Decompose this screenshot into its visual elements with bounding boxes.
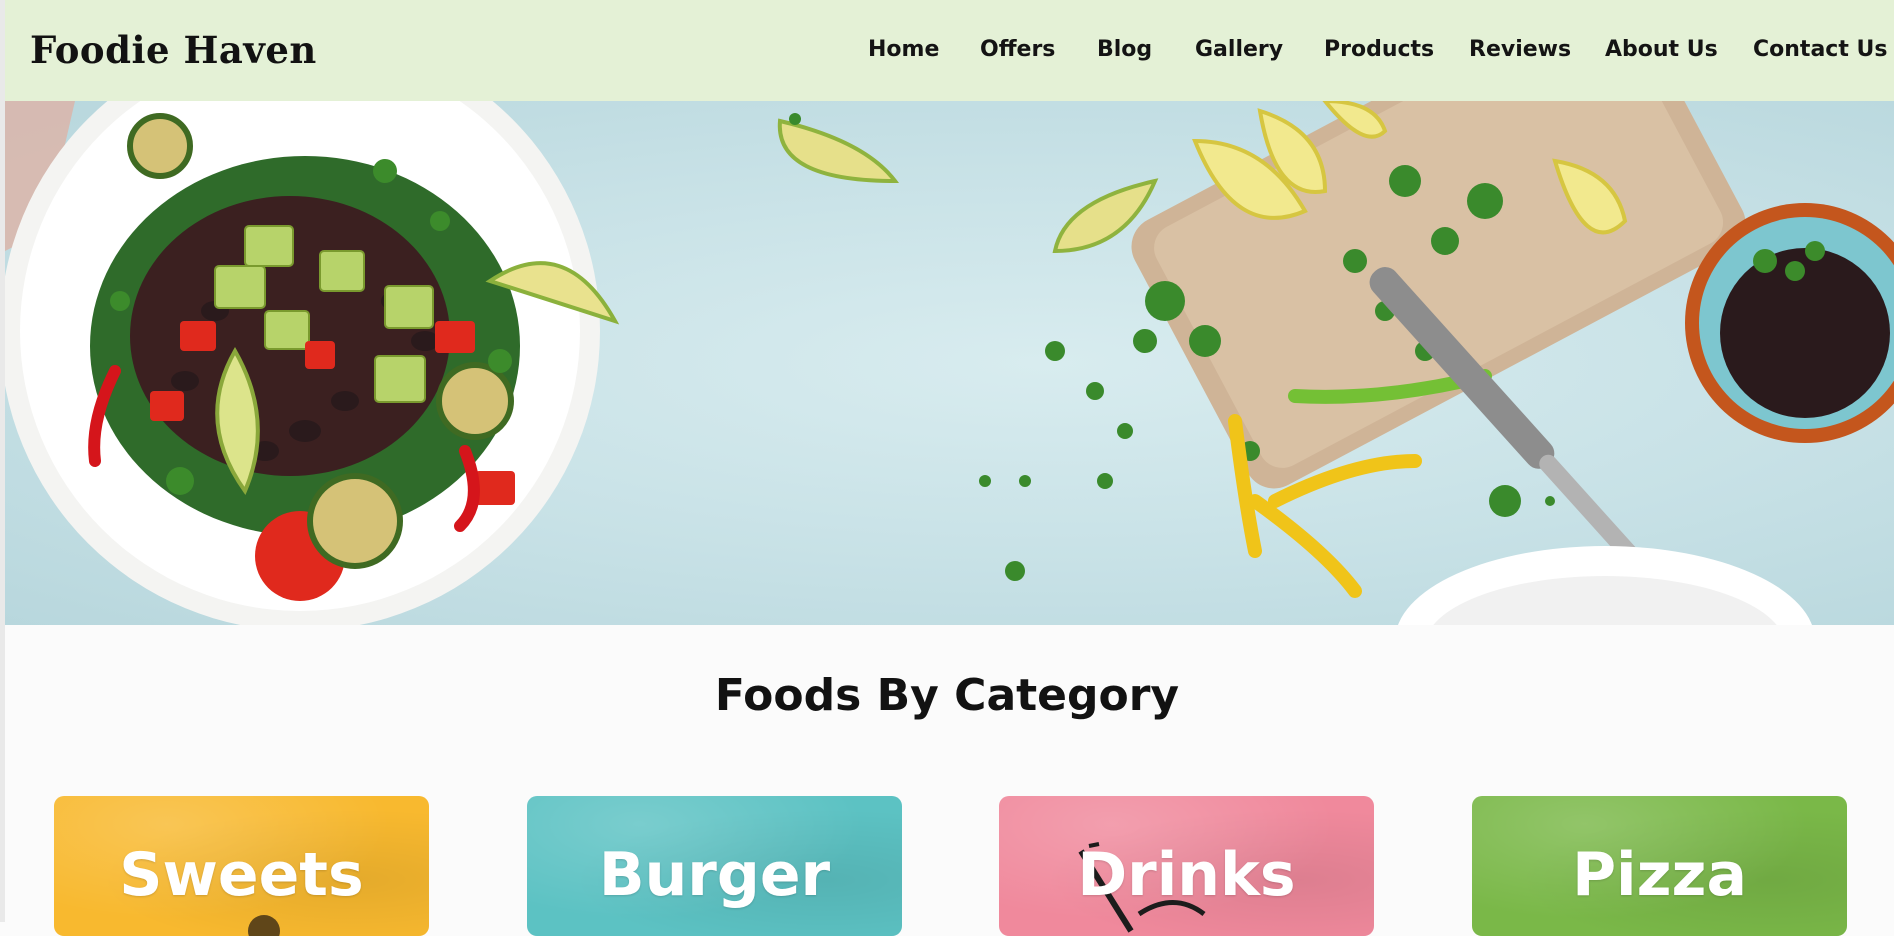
- hero-food-image: [5, 101, 1894, 625]
- nav-about-us[interactable]: About Us: [1605, 37, 1718, 62]
- category-card-pizza[interactable]: Pizza: [1472, 796, 1847, 936]
- nav-home[interactable]: Home: [868, 37, 939, 62]
- category-card-drinks[interactable]: Drinks: [999, 796, 1374, 936]
- nav-gallery[interactable]: Gallery: [1195, 37, 1283, 62]
- main-nav: Home Offers Blog Gallery Products Review…: [5, 37, 1894, 67]
- category-label: Sweets: [119, 840, 364, 910]
- nav-reviews[interactable]: Reviews: [1469, 37, 1571, 62]
- nav-contact-us[interactable]: Contact Us: [1753, 37, 1887, 62]
- category-card-sweets[interactable]: Sweets: [54, 796, 429, 936]
- category-label: Burger: [598, 840, 831, 910]
- category-label: Drinks: [1077, 840, 1296, 910]
- site-header: Foodie Haven Home Offers Blog Gallery Pr…: [5, 0, 1894, 101]
- hero-banner: [5, 101, 1894, 625]
- category-label: Pizza: [1572, 840, 1747, 910]
- category-card-burger[interactable]: Burger: [527, 796, 902, 936]
- nav-offers[interactable]: Offers: [980, 37, 1055, 62]
- section-title: Foods By Category: [714, 670, 1180, 721]
- nav-blog[interactable]: Blog: [1097, 37, 1152, 62]
- nav-products[interactable]: Products: [1324, 37, 1434, 62]
